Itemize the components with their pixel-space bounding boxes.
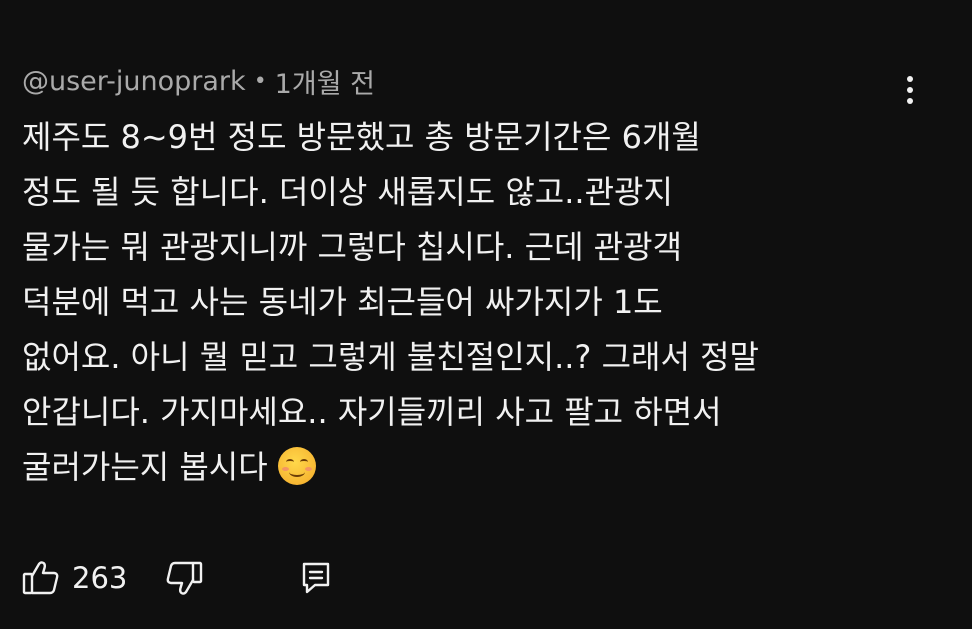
reply-button[interactable]: [301, 561, 331, 595]
dislike-button[interactable]: [165, 560, 203, 596]
more-dot: [907, 76, 913, 82]
smiling-face-icon: [277, 447, 316, 485]
comment-line: 덕분에 먹고 사는 동네가 최근들어 싸가지가 1도: [22, 283, 663, 321]
comment-line: 없어요. 아니 뭘 믿고 그렇게 불친절인지..? 그래서 정말: [22, 338, 759, 376]
more-vert-icon[interactable]: [890, 72, 930, 108]
like-count: 263: [72, 561, 128, 595]
comment-time[interactable]: 1개월 전: [275, 62, 375, 101]
comment-last-line: 굴러가는지 봅시다: [22, 440, 922, 495]
comment-line: 안갑니다. 가지마세요.. 자기들끼리 사고 팔고 하면서: [22, 393, 722, 431]
more-dot: [907, 98, 913, 104]
comment-line: 제주도 8~9번 정도 방문했고 총 방문기간은 6개월: [22, 118, 701, 156]
comment-line-text: 굴러가는지 봅시다: [22, 448, 268, 486]
thumbs-up-icon: [22, 561, 59, 595]
comment-actions: 263: [22, 558, 331, 598]
comment-author[interactable]: @user-junoprark: [22, 66, 246, 97]
comment-header: @user-junoprark • 1개월 전: [22, 62, 375, 101]
like-button[interactable]: 263: [22, 560, 127, 596]
comment: @user-junoprark • 1개월 전 제주도 8~9번 정도 방문했고…: [0, 0, 972, 629]
comment-line: 정도 될 듯 합니다. 더이상 새롭지도 않고..관광지: [22, 173, 673, 211]
comment-body: 제주도 8~9번 정도 방문했고 총 방문기간은 6개월 정도 될 듯 합니다.…: [22, 110, 922, 495]
meta-separator: •: [253, 69, 267, 94]
comment-line: 물가는 뭐 관광지니까 그렇다 칩시다. 근데 관광객: [22, 228, 683, 266]
more-dot: [907, 87, 913, 93]
thumbs-down-icon: [166, 561, 203, 595]
reply-comment-icon: [303, 562, 330, 594]
